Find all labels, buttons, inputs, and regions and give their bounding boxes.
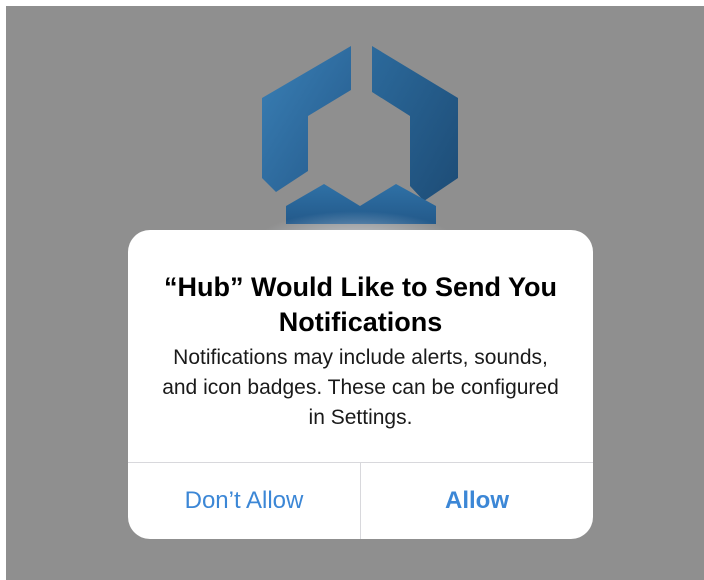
alert-title: “Hub” Would Like to Send You Notificatio… (164, 272, 557, 337)
dont-allow-button[interactable]: Don’t Allow (128, 463, 360, 539)
dimmed-app-background: “Hub” Would Like to Send You Notificatio… (6, 6, 704, 580)
alert-content: “Hub” Would Like to Send You Notificatio… (128, 230, 593, 462)
notification-permission-alert: “Hub” Would Like to Send You Notificatio… (128, 230, 593, 539)
alert-message: Notifications may include alerts, sounds… (162, 346, 559, 429)
allow-button[interactable]: Allow (361, 463, 593, 539)
